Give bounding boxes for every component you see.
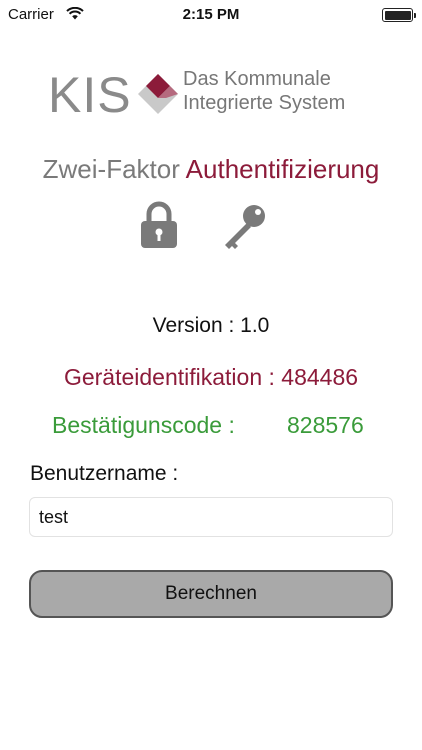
battery-icon xyxy=(382,8,416,22)
title-part-1: Zwei-Faktor xyxy=(42,154,186,184)
kis-logo: KIS Das Kommunale Integrierte System xyxy=(48,64,368,124)
page-title: Zwei-Faktor Authentifizierung xyxy=(0,154,422,185)
logo-wordmark: KIS xyxy=(48,67,132,123)
title-part-2: Authentifizierung xyxy=(185,154,380,184)
clock: 2:15 PM xyxy=(182,6,240,23)
logo-line-2: Integrierte System xyxy=(183,92,346,114)
logo-diamond-icon xyxy=(138,74,178,114)
confirmation-code-label: Bestätigunscode : xyxy=(52,412,235,438)
version-label: Version : 1.0 xyxy=(152,314,270,337)
username-input[interactable] xyxy=(29,497,393,537)
status-bar: Carrier 2:15 PM xyxy=(0,0,422,30)
key-icon xyxy=(225,205,265,249)
calculate-button[interactable]: Berechnen xyxy=(29,570,393,618)
confirmation-code-value: 828576 xyxy=(287,412,364,438)
logo-line-1: Das Kommunale xyxy=(183,68,331,90)
device-id-label: Geräteidentifikation : 484486 xyxy=(63,364,359,390)
lock-icon xyxy=(141,201,177,248)
username-label: Benutzername : xyxy=(30,462,179,485)
